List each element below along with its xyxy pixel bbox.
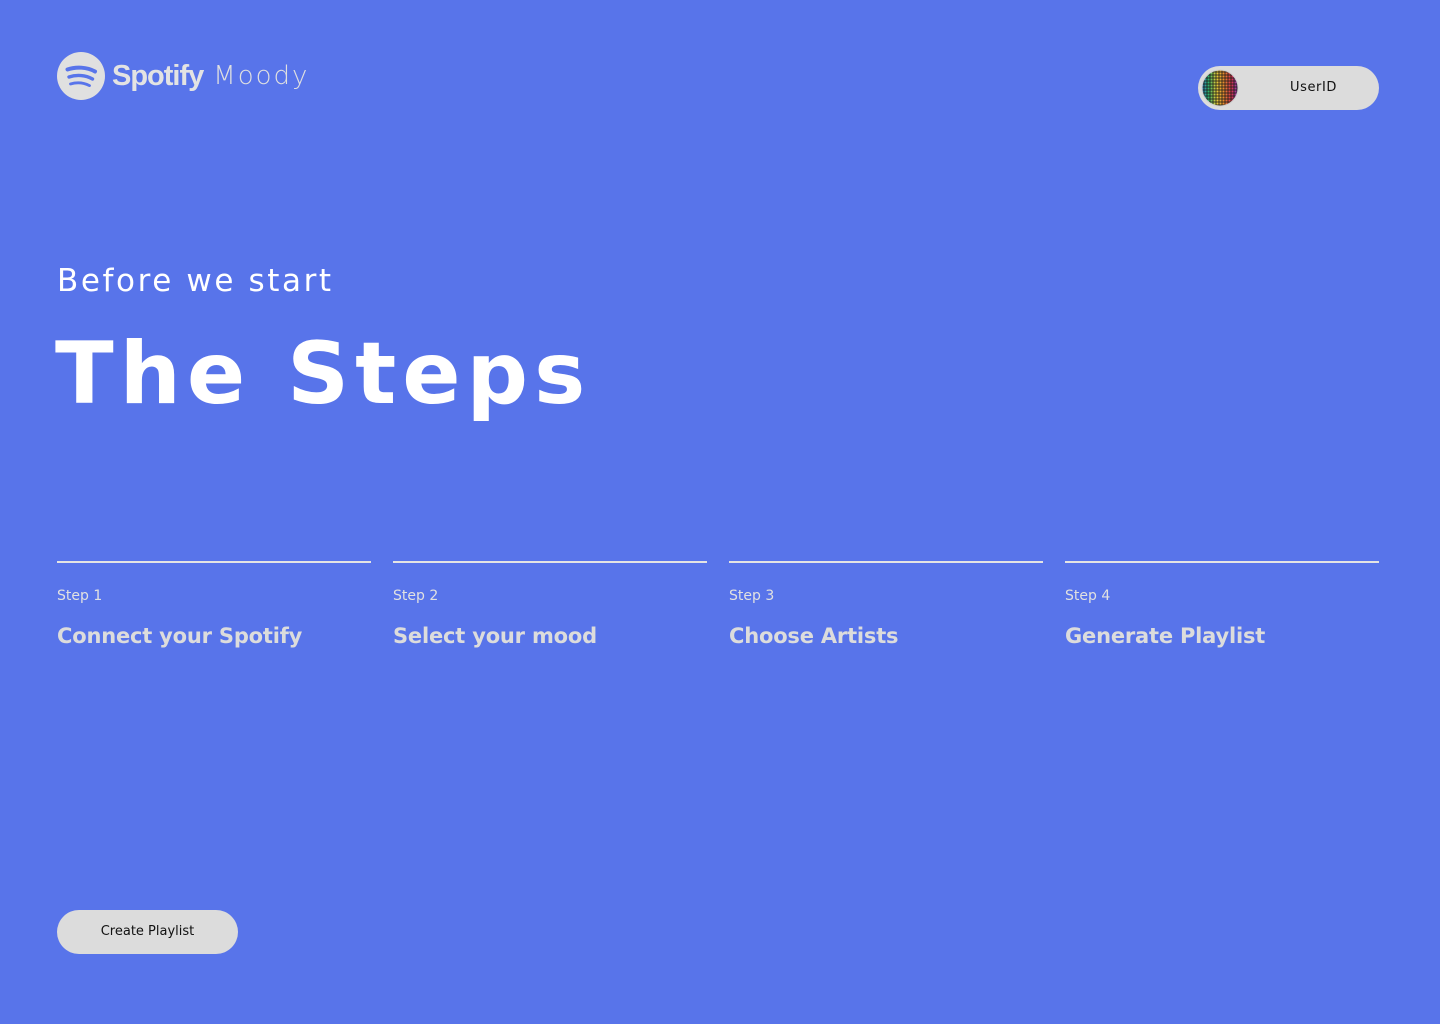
- step-item-3: Step 3 Choose Artists: [729, 561, 1043, 681]
- step-divider: [57, 561, 371, 563]
- step-item-4: Step 4 Generate Playlist: [1065, 561, 1379, 681]
- hero-eyebrow: Before we start: [57, 263, 334, 299]
- step-divider: [1065, 561, 1379, 563]
- step-title: Generate Playlist: [1065, 624, 1266, 648]
- user-menu-button[interactable]: UserID: [1198, 66, 1379, 110]
- step-number: Step 1: [57, 588, 103, 604]
- step-number: Step 3: [729, 588, 775, 604]
- brand-suffix: Moody: [213, 61, 310, 91]
- page-title: The Steps: [55, 324, 592, 424]
- step-title: Connect your Spotify: [57, 624, 303, 648]
- brand-logo[interactable]: Spotify Moody: [57, 52, 309, 100]
- user-id-label: UserID: [1289, 80, 1338, 95]
- step-item-2: Step 2 Select your mood: [393, 561, 707, 681]
- step-number: Step 2: [393, 588, 439, 604]
- step-divider: [393, 561, 707, 563]
- user-avatar-icon: [1201, 69, 1239, 107]
- step-item-1: Step 1 Connect your Spotify: [57, 561, 371, 681]
- step-title: Choose Artists: [729, 624, 899, 648]
- create-playlist-button[interactable]: Create Playlist: [57, 910, 238, 954]
- spotify-logo-icon: [57, 52, 105, 100]
- step-divider: [729, 561, 1043, 563]
- brand-name: Spotify: [112, 59, 204, 92]
- step-number: Step 4: [1065, 588, 1111, 604]
- step-title: Select your mood: [393, 624, 597, 648]
- steps-list: Step 1 Connect your Spotify Step 2 Selec…: [57, 561, 1379, 681]
